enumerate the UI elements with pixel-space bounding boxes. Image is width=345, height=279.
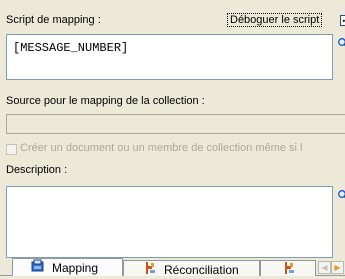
tab-bar: Mapping Réconciliation ◀ ▶ [0, 258, 345, 276]
mapping-script-text[interactable]: [MESSAGE_NUMBER] [13, 41, 128, 55]
tab-scroll-left-button[interactable]: ◀ [318, 261, 331, 274]
create-document-checkbox [6, 144, 17, 155]
reconciliation-icon [142, 261, 158, 273]
tab-reconciliation[interactable]: Réconciliation [123, 260, 260, 276]
collection-source-label: Source pour le mapping de la collection … [6, 95, 205, 107]
mapping-icon [30, 259, 46, 271]
tab-scroll-right-button[interactable]: ▶ [331, 261, 344, 274]
script-icon [281, 261, 297, 273]
description-label: Description : [6, 164, 67, 176]
zoom-icon[interactable] [336, 37, 345, 51]
tab-reconciliation-label: Réconciliation [164, 263, 239, 277]
description-field[interactable] [6, 186, 333, 258]
create-document-label: Créer un document ou un membre de collec… [20, 142, 302, 154]
collection-source-field [6, 114, 345, 134]
zoom-icon[interactable] [336, 189, 345, 203]
debug-script-label[interactable]: Déboguer le script [227, 13, 322, 27]
tab-script[interactable] [260, 260, 316, 276]
debug-script-checkbox[interactable]: ✓ [340, 15, 345, 26]
tab-mapping[interactable]: Mapping [12, 258, 123, 276]
debug-script-checkbox-row[interactable]: Déboguer le script ✓ [227, 14, 322, 26]
mapping-script-editor[interactable]: [MESSAGE_NUMBER] [6, 34, 333, 80]
mapping-script-label: Script de mapping : [6, 14, 101, 26]
tab-mapping-label: Mapping [52, 261, 98, 275]
